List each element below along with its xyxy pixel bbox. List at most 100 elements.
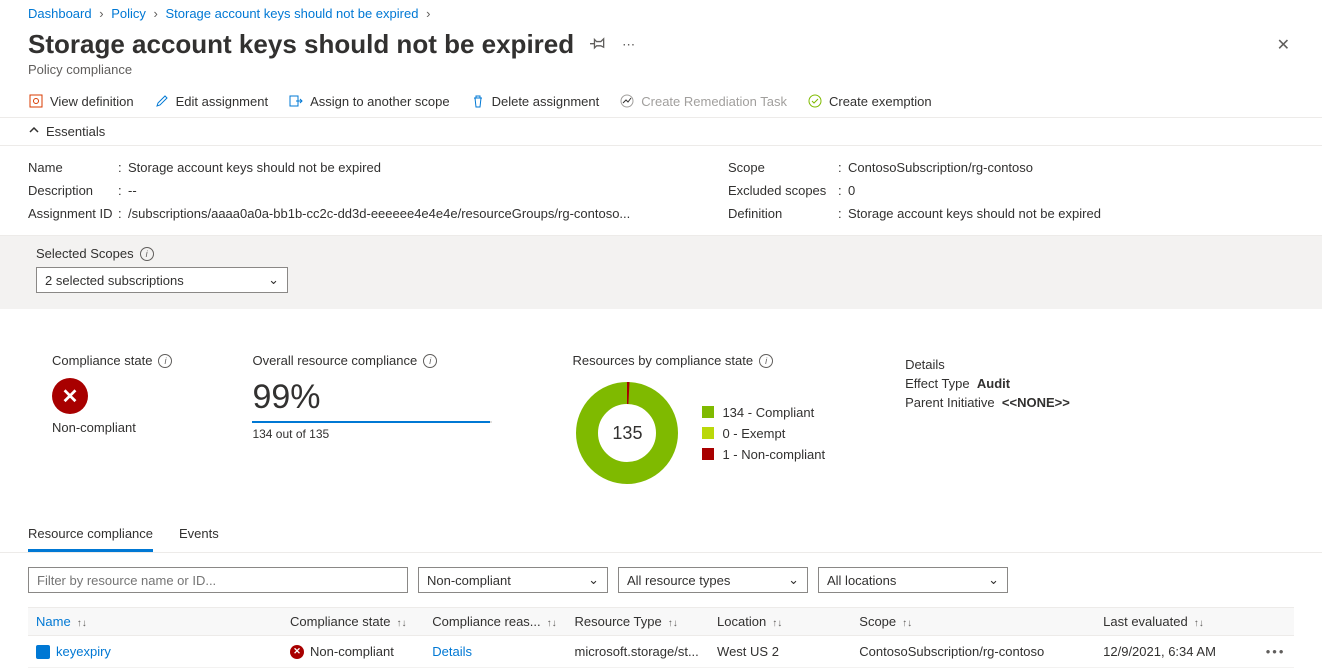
col-cstate[interactable]: Compliance state↑↓ <box>282 608 424 636</box>
legend-exempt-icon <box>702 427 714 439</box>
more-icon[interactable]: ⋯ <box>622 37 635 53</box>
chevron-down-icon: ⌄ <box>988 572 999 588</box>
parent-key: Parent Initiative <box>905 395 995 410</box>
table-row[interactable]: keyexpiry ✕ Non-compliant Details microso… <box>28 636 1294 668</box>
legend-noncompliant-icon <box>702 448 714 460</box>
chevron-right-icon: › <box>99 6 103 21</box>
exemption-button[interactable]: Create exemption <box>807 93 932 109</box>
close-button[interactable]: ✕ <box>1273 31 1294 59</box>
noncompliant-icon <box>52 378 88 414</box>
ess-name-key: Name <box>28 160 118 175</box>
delete-assignment-label: Delete assignment <box>492 94 600 109</box>
ess-name-value: Storage account keys should not be expir… <box>128 160 688 175</box>
trash-icon <box>470 93 486 109</box>
info-icon[interactable]: i <box>158 354 172 368</box>
noncompliant-icon: ✕ <box>290 645 304 659</box>
exemption-label: Create exemption <box>829 94 932 109</box>
filter-compliance-dropdown[interactable]: Non-compliant⌄ <box>418 567 608 593</box>
ess-desc-value: -- <box>128 183 688 198</box>
cell-name[interactable]: keyexpiry <box>56 644 111 659</box>
col-location[interactable]: Location↑↓ <box>709 608 851 636</box>
legend-compliant: 134 - Compliant <box>722 405 814 420</box>
cell-last: 12/9/2021, 6:34 AM <box>1095 636 1258 668</box>
col-name[interactable]: Name↑↓ <box>28 608 282 636</box>
remediation-button: Create Remediation Task <box>619 93 787 109</box>
compliance-state-card: Compliance state i Non-compliant <box>52 353 172 435</box>
donut-total: 135 <box>572 378 682 488</box>
col-creason[interactable]: Compliance reas...↑↓ <box>424 608 566 636</box>
pin-icon[interactable] <box>590 35 606 54</box>
cstate-label: Compliance state <box>52 353 152 368</box>
sort-icon: ↑↓ <box>396 618 406 629</box>
info-icon[interactable]: i <box>759 354 773 368</box>
check-icon <box>807 93 823 109</box>
toolbar: View definition Edit assignment Assign t… <box>0 87 1322 118</box>
info-icon[interactable]: i <box>423 354 437 368</box>
col-rtype[interactable]: Resource Type↑↓ <box>567 608 710 636</box>
pencil-icon <box>154 93 170 109</box>
assign-scope-label: Assign to another scope <box>310 94 449 109</box>
page-title: Storage account keys should not be expir… <box>28 29 574 60</box>
ess-scope-value: ContosoSubscription/rg-contoso <box>848 160 1294 175</box>
legend-compliant-icon <box>702 406 714 418</box>
ess-excl-value: 0 <box>848 183 1294 198</box>
info-icon[interactable]: i <box>140 247 154 261</box>
essentials-header: Essentials <box>46 124 105 139</box>
breadcrumb-assignment[interactable]: Storage account keys should not be expir… <box>165 6 418 21</box>
breadcrumb-policy[interactable]: Policy <box>111 6 146 21</box>
sort-icon: ↑↓ <box>1194 618 1204 629</box>
chevron-up-icon <box>28 124 40 139</box>
delete-assignment-button[interactable]: Delete assignment <box>470 93 600 109</box>
parent-value: <<NONE>> <box>1002 395 1070 410</box>
filter-types-dropdown[interactable]: All resource types⌄ <box>618 567 808 593</box>
selected-scopes-label: Selected Scopes <box>36 246 134 261</box>
filter-locations-value: All locations <box>827 573 896 588</box>
ess-aid-key: Assignment ID <box>28 206 118 221</box>
donut-chart: 135 <box>572 378 682 488</box>
breadcrumb: Dashboard › Policy › Storage account key… <box>0 0 1322 21</box>
cell-details-link[interactable]: Details <box>432 644 472 659</box>
sort-icon: ↑↓ <box>77 618 87 629</box>
tab-resource-compliance[interactable]: Resource compliance <box>28 518 153 552</box>
col-last[interactable]: Last evaluated↑↓ <box>1095 608 1258 636</box>
chevron-right-icon: › <box>426 6 430 21</box>
breadcrumb-dashboard[interactable]: Dashboard <box>28 6 92 21</box>
cell-rtype: microsoft.storage/st... <box>567 636 710 668</box>
edit-assignment-button[interactable]: Edit assignment <box>154 93 269 109</box>
tab-events[interactable]: Events <box>179 518 219 552</box>
overall-progressbar <box>252 421 492 423</box>
chevron-right-icon: › <box>154 6 158 21</box>
cstate-value: Non-compliant <box>52 420 172 435</box>
row-more-button[interactable]: ••• <box>1266 644 1286 659</box>
sort-icon: ↑↓ <box>547 618 557 629</box>
col-scope[interactable]: Scope↑↓ <box>851 608 1095 636</box>
filter-types-value: All resource types <box>627 573 730 588</box>
details-card: Details Effect Type Audit Parent Initiat… <box>905 353 1070 414</box>
effect-key: Effect Type <box>905 376 970 391</box>
arrow-right-icon <box>288 93 304 109</box>
ess-aid-value: /subscriptions/aaaa0a0a-bb1b-cc2c-dd3d-e… <box>128 206 688 221</box>
cell-cstate: Non-compliant <box>310 644 394 659</box>
effect-value: Audit <box>977 376 1010 391</box>
sort-icon: ↑↓ <box>668 618 678 629</box>
edit-assignment-label: Edit assignment <box>176 94 269 109</box>
overall-percent: 99% <box>252 378 492 417</box>
filter-name-input[interactable] <box>28 567 408 593</box>
assign-scope-button[interactable]: Assign to another scope <box>288 93 449 109</box>
filter-compliance-value: Non-compliant <box>427 573 511 588</box>
box-icon <box>28 93 44 109</box>
view-definition-button[interactable]: View definition <box>28 93 134 109</box>
selected-scopes-value: 2 selected subscriptions <box>45 273 184 288</box>
sort-icon: ↑↓ <box>902 618 912 629</box>
legend-noncompliant: 1 - Non-compliant <box>722 447 825 462</box>
chart-icon <box>619 93 635 109</box>
selected-scopes-dropdown[interactable]: 2 selected subscriptions ⌄ <box>36 267 288 293</box>
by-state-label: Resources by compliance state <box>572 353 753 368</box>
details-label: Details <box>905 357 1070 372</box>
resource-icon <box>36 645 50 659</box>
cell-location: West US 2 <box>709 636 851 668</box>
overall-compliance-card: Overall resource compliancei 99% 134 out… <box>252 353 492 441</box>
filter-locations-dropdown[interactable]: All locations ⌄ <box>818 567 1008 593</box>
essentials-toggle[interactable]: Essentials <box>0 118 1322 146</box>
ess-scope-key: Scope <box>728 160 838 175</box>
